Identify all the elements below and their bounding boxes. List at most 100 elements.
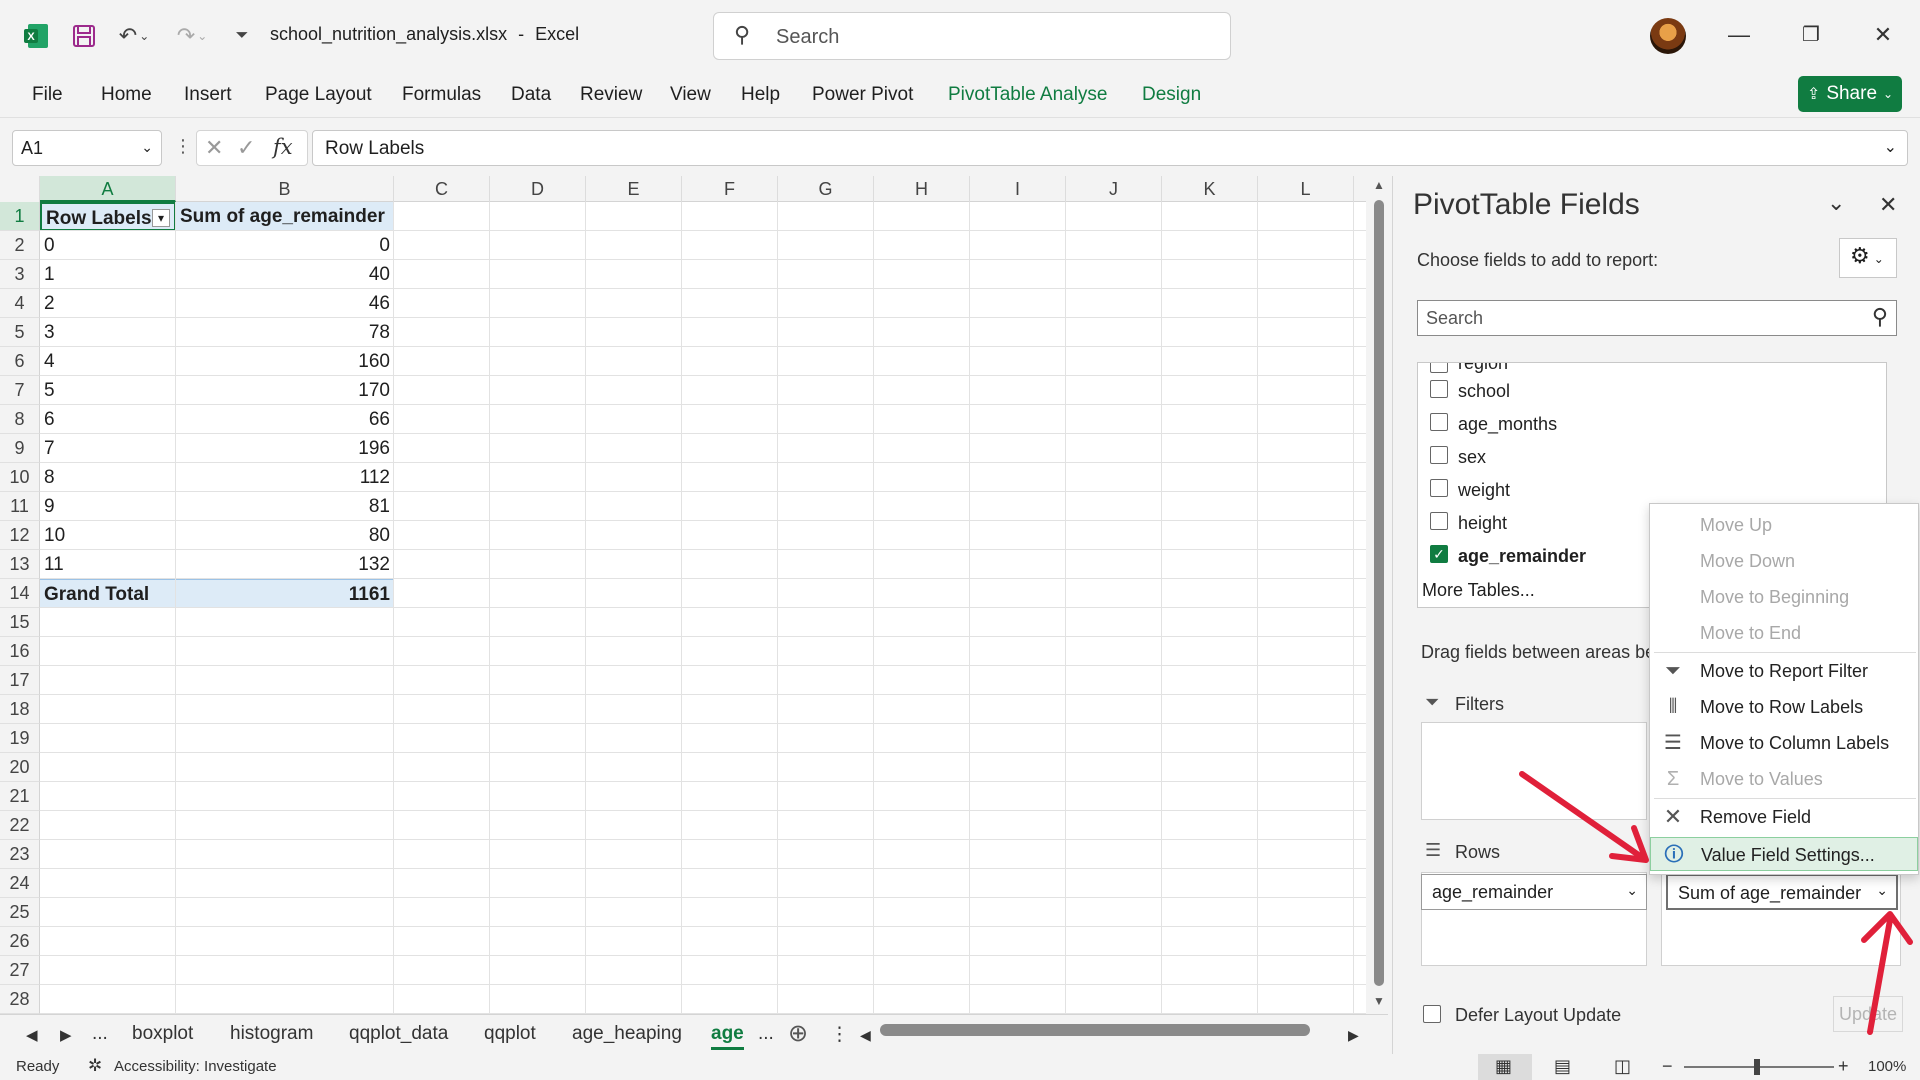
row-header-16[interactable]: 16 [0,637,40,666]
menu-move-to-row-labels[interactable]: ⦀ Move to Row Labels [1650,690,1918,724]
row-header-17[interactable]: 17 [0,666,40,695]
row-header-19[interactable]: 19 [0,724,40,753]
sheets-ellipsis[interactable]: ... [92,1023,108,1045]
pivot-row-value[interactable]: 160 [176,347,394,376]
row-header-3[interactable]: 3 [0,260,40,289]
scroll-right-icon[interactable]: ▶ [60,1026,72,1044]
worksheet-grid[interactable]: ABCDEFGHIJKL 1 2 3 4 5 6 7 8 9 10 11 12 13 14 15 16 17 18… [0,176,1366,1014]
column-header-g[interactable]: G [778,176,874,202]
row-header-27[interactable]: 27 [0,956,40,985]
hscroll-right-icon[interactable]: ▶ [1348,1027,1359,1044]
pivot-row-label[interactable]: 2 [40,289,176,318]
field-label-school[interactable]: school [1458,381,1510,402]
field-label-age-months[interactable]: age_months [1458,414,1557,435]
restore-icon[interactable]: ❐ [1796,22,1826,47]
more-tables-link[interactable]: More Tables... [1422,580,1535,601]
row-header-24[interactable]: 24 [0,869,40,898]
menu-remove-field[interactable]: ✕ Remove Field [1650,800,1918,834]
row-header-11[interactable]: 11 [0,492,40,521]
sheet-tab-age-heaping[interactable]: age_heaping [572,1023,682,1045]
pivot-row-label[interactable]: 8 [40,463,176,492]
defer-layout-checkbox[interactable] [1423,1005,1441,1023]
tab-formulas[interactable]: Formulas [402,84,481,106]
row-header-26[interactable]: 26 [0,927,40,956]
field-label-age-remainder[interactable]: age_remainder [1458,546,1586,567]
menu-move-down[interactable]: Move Down [1650,544,1918,578]
sheet-tab-histogram[interactable]: histogram [230,1023,313,1045]
column-header-k[interactable]: K [1162,176,1258,202]
pivot-row-label[interactable]: 0 [40,231,176,260]
chevron-down-icon[interactable]: ⌄ [1827,190,1845,216]
tab-review[interactable]: Review [580,84,642,106]
customize-toolbar-icon[interactable]: ⏷ [230,20,254,52]
scroll-up-icon[interactable]: ▲ [1886,367,1887,381]
page-layout-icon[interactable]: ▤ [1554,1056,1571,1077]
scroll-down-icon[interactable]: ▼ [1373,994,1385,1008]
column-header-d[interactable]: D [490,176,586,202]
row-header-10[interactable]: 10 [0,463,40,492]
row-header-8[interactable]: 8 [0,405,40,434]
row-header-14[interactable]: 14 [0,579,40,608]
page-break-icon[interactable]: ◫ [1614,1056,1631,1077]
row-header-2[interactable]: 2 [0,231,40,260]
field-label-height[interactable]: height [1458,513,1507,534]
field-checkbox-weight[interactable] [1430,479,1448,497]
zoom-slider-thumb[interactable] [1754,1059,1760,1075]
pivot-header-row-labels[interactable]: Row Labels ▾ [40,202,176,231]
cancel-icon[interactable]: ✕ [205,135,223,161]
redo-icon[interactable]: ↷ ⌄ [170,20,214,52]
close-icon[interactable]: ✕ [1868,22,1898,48]
field-label-sex[interactable]: sex [1458,447,1486,468]
sheet-tab-qqplot[interactable]: qqplot [484,1023,536,1045]
pivot-row-label[interactable]: 7 [40,434,176,463]
row-header-20[interactable]: 20 [0,753,40,782]
tab-design[interactable]: Design [1142,84,1201,106]
field-checkbox-region[interactable] [1430,363,1448,373]
menu-move-to-report-filter[interactable]: ⏷ Move to Report Filter [1650,654,1918,688]
pivot-row-value[interactable]: 132 [176,550,394,579]
column-header-h[interactable]: H [874,176,970,202]
column-header-f[interactable]: F [682,176,778,202]
row-header-25[interactable]: 25 [0,898,40,927]
pivot-row-value[interactable]: 196 [176,434,394,463]
row-header-6[interactable]: 6 [0,347,40,376]
row-header-5[interactable]: 5 [0,318,40,347]
row-header-22[interactable]: 22 [0,811,40,840]
expand-formula-icon[interactable]: ⌄ [1884,137,1897,157]
pivot-header-sum[interactable]: Sum of age_remainder [176,202,394,231]
pivot-row-value[interactable]: 66 [176,405,394,434]
field-label-weight[interactable]: weight [1458,480,1510,501]
accessibility-status[interactable]: Accessibility: Investigate [114,1058,277,1075]
pivot-row-label[interactable]: 6 [40,405,176,434]
menu-value-field-settings[interactable]: 🛈 Value Field Settings... [1650,837,1918,871]
avatar[interactable] [1650,18,1686,54]
row-header-23[interactable]: 23 [0,840,40,869]
sheet-tab-age[interactable]: age [711,1023,744,1050]
row-header-1[interactable]: 1 [0,202,40,231]
scroll-up-icon[interactable]: ▲ [1373,178,1385,192]
row-header-9[interactable]: 9 [0,434,40,463]
pivot-row-value[interactable]: 40 [176,260,394,289]
row-header-7[interactable]: 7 [0,376,40,405]
zoom-out-icon[interactable]: − [1662,1056,1673,1077]
tab-data[interactable]: Data [511,84,551,106]
name-box[interactable]: A1 ⌄ [12,130,162,166]
more-options-icon[interactable]: ⋮ [174,136,192,157]
tab-page-layout[interactable]: Page Layout [265,84,372,106]
tab-view[interactable]: View [670,84,711,106]
tab-help[interactable]: Help [741,84,780,106]
hscroll-left-icon[interactable]: ◀ [860,1027,871,1044]
horizontal-scroll-thumb[interactable] [880,1024,1310,1036]
column-header-i[interactable]: I [970,176,1066,202]
grand-total-value[interactable]: 1161 [176,579,394,608]
menu-move-to-end[interactable]: Move to End [1650,616,1918,650]
tab-file[interactable]: File [32,84,63,106]
scroll-thumb[interactable] [1374,200,1384,986]
row-header-13[interactable]: 13 [0,550,40,579]
zoom-in-icon[interactable]: + [1838,1056,1849,1077]
pivot-row-label[interactable]: 11 [40,550,176,579]
field-checkbox-age-months[interactable] [1430,413,1448,431]
tab-insert[interactable]: Insert [184,84,232,106]
enter-icon[interactable]: ✓ [237,135,255,161]
sheets-more[interactable]: ... [758,1023,774,1045]
